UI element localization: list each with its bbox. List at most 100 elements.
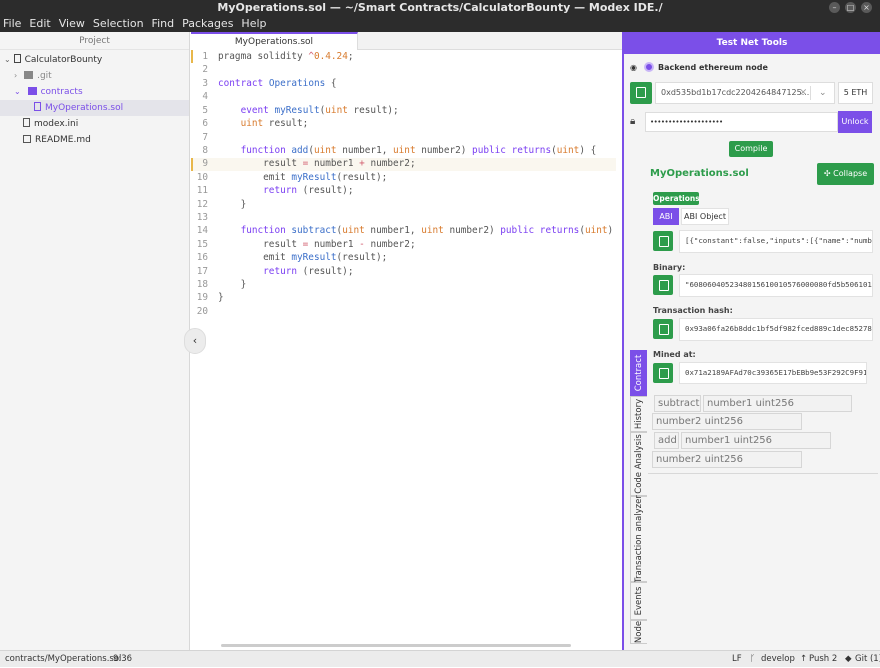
push-icon: ↑: [800, 654, 808, 664]
status-cursor-position[interactable]: 9:36: [113, 651, 132, 668]
copy-abi-button[interactable]: [653, 231, 673, 251]
tree-item-label: modex.ini: [34, 119, 79, 129]
code-line: result = number1 - number2;: [218, 239, 416, 250]
compile-button[interactable]: Compile: [729, 141, 773, 157]
binary-field[interactable]: "6080604052348015610010576000080fd5b5061…: [679, 274, 873, 297]
code-line: }: [218, 199, 247, 210]
side-tabs: Contract History Code Analysis Transacti…: [630, 348, 647, 644]
menu-find[interactable]: Find: [149, 15, 178, 32]
tree-item-readme[interactable]: README.md: [0, 132, 189, 148]
side-tab-contract[interactable]: Contract: [630, 350, 647, 396]
side-tab-code-analysis[interactable]: Code Analysis: [630, 432, 647, 496]
eye-icon[interactable]: ◉: [630, 63, 637, 72]
account-select[interactable]: 0xd535bd1b17cdc2204264847125... × ⌄: [655, 82, 835, 104]
line-number: 13: [196, 212, 208, 223]
tab-myoperations[interactable]: MyOperations.sol: [191, 32, 358, 50]
line-number: 6: [202, 118, 208, 129]
status-file-path[interactable]: contracts/MyOperations.sol: [5, 651, 121, 668]
balance: 5 ETH: [838, 82, 873, 104]
panel-title: Test Net Tools: [624, 32, 880, 54]
menu-packages[interactable]: Packages: [179, 15, 236, 32]
code-line: uint result;: [240, 118, 309, 129]
code-line: }: [218, 292, 224, 303]
chevron-right-icon: ›: [14, 71, 18, 80]
chevron-left-icon: ‹: [192, 334, 198, 347]
tab-abi-object[interactable]: ABI Object: [681, 208, 729, 225]
branch-icon: ᚴ: [750, 654, 756, 664]
menu-selection[interactable]: Selection: [90, 15, 147, 32]
side-tab-transaction-analyzer[interactable]: Transaction analyzer: [630, 495, 647, 583]
status-line-ending[interactable]: LF: [732, 651, 742, 668]
horizontal-scrollbar[interactable]: [221, 644, 571, 647]
abi-field[interactable]: [{"constant":false,"inputs":[{"name":"nu…: [679, 230, 873, 253]
side-tab-label: History: [634, 398, 644, 430]
repo-icon: [13, 54, 21, 63]
side-tab-events[interactable]: Events: [630, 582, 647, 620]
chevron-down-icon[interactable]: ⌄: [819, 83, 827, 103]
tree-item-modex-ini[interactable]: modex.ini: [0, 116, 189, 132]
collapse-button[interactable]: ✣ Collapse: [817, 163, 874, 185]
line-number: 19: [196, 292, 208, 303]
test-net-tools-panel: Test Net Tools ◉ Backend ethereum node 0…: [622, 32, 880, 650]
txhash-label: Transaction hash:: [653, 306, 733, 315]
tree-item-label: MyOperations.sol: [45, 103, 124, 113]
add-function-button[interactable]: add: [654, 432, 679, 449]
line-number: 18: [196, 279, 208, 290]
tab-abi[interactable]: ABI: [653, 208, 679, 225]
maximize-icon[interactable]: □: [845, 2, 856, 13]
side-tab-history[interactable]: History: [630, 396, 647, 432]
operations-badge: Operations: [653, 192, 700, 205]
window-title: MyOperations.sol — ~/Smart Contracts/Cal…: [217, 1, 663, 14]
project-tree: Project ⌄ CalculatorBounty › .git ⌄ cont…: [0, 32, 190, 650]
clear-icon[interactable]: ×: [799, 83, 807, 103]
mined-label: Mined at:: [653, 350, 696, 359]
project-header: Project: [0, 32, 189, 50]
editor-pane[interactable]: MyOperations.sol 1 pragma solidity ^0.4.…: [191, 32, 630, 650]
file-icon: [34, 102, 41, 111]
contract-name: MyOperations.sol: [650, 168, 749, 179]
collapse-tree-button[interactable]: ‹: [184, 328, 206, 354]
side-tab-node[interactable]: Node: [630, 620, 647, 644]
line-number: 14: [196, 225, 208, 236]
txhash-field[interactable]: 0x93a06fa26b8ddc1bf5df982fced889c1dec852…: [679, 318, 873, 341]
folder-icon: [27, 87, 37, 95]
menu-file[interactable]: File: [0, 15, 24, 32]
add-param2-input[interactable]: number2 uint256: [652, 451, 802, 468]
mined-field[interactable]: 0x71a2189AFAd70c39365E17bEBb9e53F292C9F9…: [679, 362, 867, 384]
password-input[interactable]: ••••••••••••••••••••: [645, 112, 838, 132]
tree-root[interactable]: ⌄ CalculatorBounty: [0, 52, 189, 68]
divider: [648, 473, 878, 474]
menu-view[interactable]: View: [56, 15, 88, 32]
status-git[interactable]: Git (1): [855, 651, 880, 668]
copy-binary-button[interactable]: [653, 275, 673, 295]
menu-help[interactable]: Help: [238, 15, 269, 32]
tree-item-git[interactable]: › .git: [0, 68, 189, 84]
code-line: return (result);: [263, 185, 354, 196]
subtract-param2-input[interactable]: number2 uint256: [652, 413, 802, 430]
menu-bar: File Edit View Selection Find Packages Help: [0, 15, 880, 32]
close-icon[interactable]: ×: [861, 2, 872, 13]
code-line: function subtract(uint number1, uint num…: [240, 225, 631, 236]
menu-edit[interactable]: Edit: [26, 15, 53, 32]
add-param1-input[interactable]: number1 uint256: [681, 432, 831, 449]
line-number: 3: [202, 78, 208, 89]
status-branch[interactable]: develop: [761, 651, 795, 668]
chevron-down-icon: ⌄: [14, 87, 21, 96]
subtract-param1-input[interactable]: number1 uint256: [703, 395, 852, 412]
unlock-button[interactable]: Unlock: [838, 111, 872, 133]
tree-root-label: CalculatorBounty: [24, 55, 103, 65]
copy-mined-button[interactable]: [653, 363, 673, 383]
line-number: 1: [202, 51, 208, 62]
copy-account-button[interactable]: [630, 82, 652, 104]
account-value: 0xd535bd1b17cdc2204264847125...: [661, 88, 810, 97]
tree-item-myoperations[interactable]: MyOperations.sol: [0, 100, 189, 116]
status-push[interactable]: Push 2: [809, 651, 837, 668]
subtract-function-button[interactable]: subtract: [654, 395, 701, 412]
backend-label: Backend ethereum node: [658, 63, 768, 72]
line-number: 5: [202, 105, 208, 116]
tree-item-contracts[interactable]: ⌄ contracts: [0, 84, 189, 100]
tree-item-label: README.md: [35, 135, 91, 145]
minimize-icon[interactable]: –: [829, 2, 840, 13]
copy-txhash-button[interactable]: [653, 319, 673, 339]
backend-radio[interactable]: [644, 62, 654, 72]
